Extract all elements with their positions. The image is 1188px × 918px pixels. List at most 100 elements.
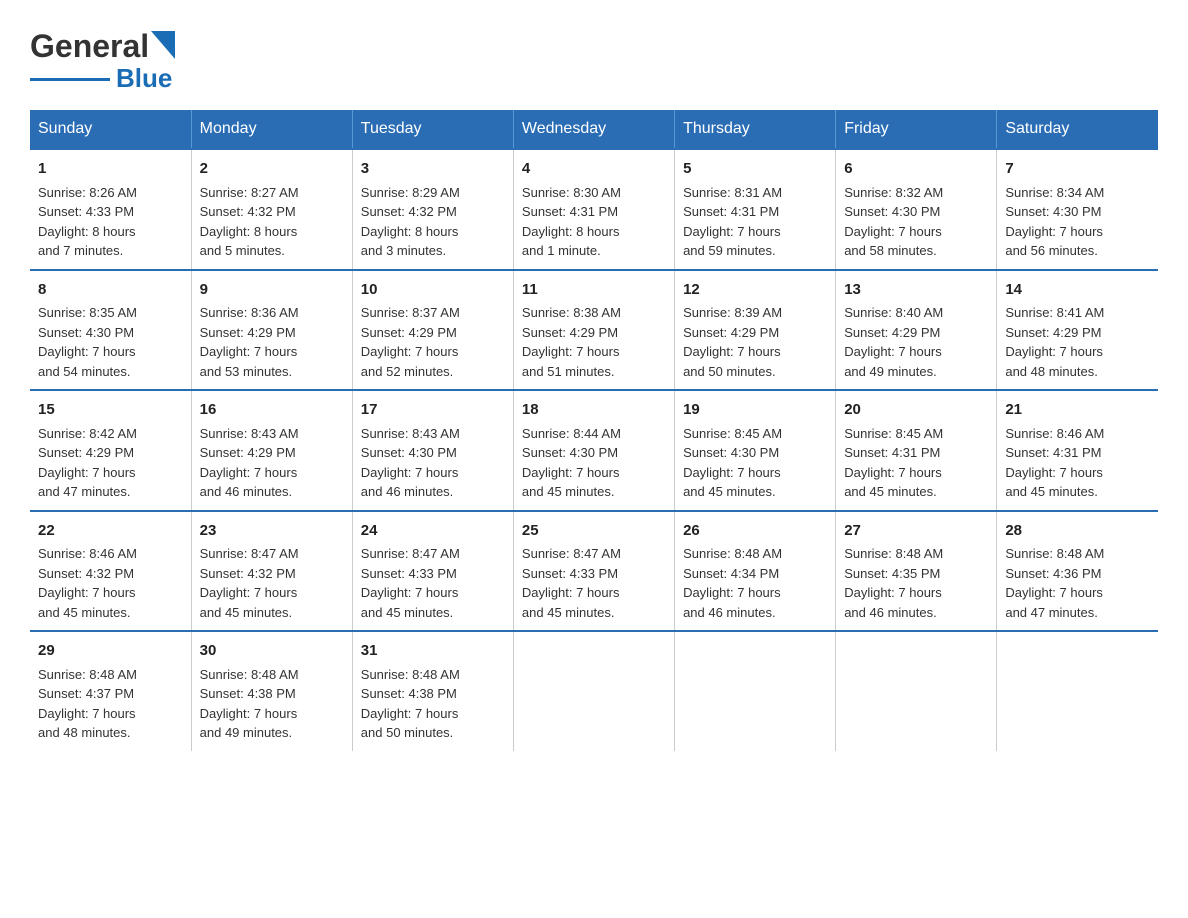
- calendar-cell: 5 Sunrise: 8:31 AMSunset: 4:31 PMDaylight…: [675, 149, 836, 270]
- day-info: Sunrise: 8:48 AMSunset: 4:35 PMDaylight:…: [844, 546, 943, 620]
- day-info: Sunrise: 8:29 AMSunset: 4:32 PMDaylight:…: [361, 185, 460, 259]
- calendar-cell: [997, 631, 1158, 751]
- calendar-cell: 19 Sunrise: 8:45 AMSunset: 4:30 PMDayligh…: [675, 390, 836, 511]
- day-header-wednesday: Wednesday: [513, 110, 674, 149]
- day-info: Sunrise: 8:45 AMSunset: 4:30 PMDaylight:…: [683, 426, 782, 500]
- day-number: 27: [844, 520, 988, 543]
- calendar-cell: 8 Sunrise: 8:35 AMSunset: 4:30 PMDaylight…: [30, 270, 191, 391]
- day-info: Sunrise: 8:30 AMSunset: 4:31 PMDaylight:…: [522, 185, 621, 259]
- day-info: Sunrise: 8:46 AMSunset: 4:32 PMDaylight:…: [38, 546, 137, 620]
- day-info: Sunrise: 8:36 AMSunset: 4:29 PMDaylight:…: [200, 305, 299, 379]
- calendar-cell: 30Sunrise: 8:48 AMSunset: 4:38 PMDayligh…: [191, 631, 352, 751]
- day-number: 28: [1005, 520, 1150, 543]
- day-info: Sunrise: 8:47 AMSunset: 4:33 PMDaylight:…: [361, 546, 460, 620]
- calendar-week-1: 1 Sunrise: 8:26 AMSunset: 4:33 PMDaylight…: [30, 149, 1158, 270]
- calendar-week-5: 29 Sunrise: 8:48 AMSunset: 4:37 PMDayligh…: [30, 631, 1158, 751]
- day-number: 19: [683, 399, 827, 422]
- calendar-cell: 25Sunrise: 8:47 AMSunset: 4:33 PMDayligh…: [513, 511, 674, 632]
- calendar-cell: 11 Sunrise: 8:38 AMSunset: 4:29 PMDayligh…: [513, 270, 674, 391]
- day-info: Sunrise: 8:46 AMSunset: 4:31 PMDaylight:…: [1005, 426, 1104, 500]
- day-number: 4: [522, 158, 666, 181]
- calendar-cell: 16Sunrise: 8:43 AMSunset: 4:29 PMDayligh…: [191, 390, 352, 511]
- calendar-cell: [836, 631, 997, 751]
- calendar-cell: 14 Sunrise: 8:41 AMSunset: 4:29 PMDayligh…: [997, 270, 1158, 391]
- calendar-week-2: 8 Sunrise: 8:35 AMSunset: 4:30 PMDaylight…: [30, 270, 1158, 391]
- calendar-cell: 12 Sunrise: 8:39 AMSunset: 4:29 PMDayligh…: [675, 270, 836, 391]
- logo-triangle-icon: [151, 31, 175, 59]
- day-header-tuesday: Tuesday: [352, 110, 513, 149]
- calendar-table: SundayMondayTuesdayWednesdayThursdayFrid…: [30, 110, 1158, 751]
- day-number: 11: [522, 279, 666, 302]
- day-info: Sunrise: 8:32 AMSunset: 4:30 PMDaylight:…: [844, 185, 943, 259]
- day-info: Sunrise: 8:27 AMSunset: 4:32 PMDaylight:…: [200, 185, 299, 259]
- day-info: Sunrise: 8:41 AMSunset: 4:29 PMDaylight:…: [1005, 305, 1104, 379]
- logo-general: General: [30, 28, 149, 65]
- day-info: Sunrise: 8:43 AMSunset: 4:30 PMDaylight:…: [361, 426, 460, 500]
- day-number: 15: [38, 399, 183, 422]
- day-number: 22: [38, 520, 183, 543]
- calendar-cell: 20 Sunrise: 8:45 AMSunset: 4:31 PMDayligh…: [836, 390, 997, 511]
- logo-underline: [30, 78, 110, 81]
- day-info: Sunrise: 8:38 AMSunset: 4:29 PMDaylight:…: [522, 305, 621, 379]
- day-number: 14: [1005, 279, 1150, 302]
- day-number: 5: [683, 158, 827, 181]
- page-header: General Blue: [30, 20, 1158, 94]
- day-number: 8: [38, 279, 183, 302]
- day-info: Sunrise: 8:35 AMSunset: 4:30 PMDaylight:…: [38, 305, 137, 379]
- day-number: 1: [38, 158, 183, 181]
- day-info: Sunrise: 8:37 AMSunset: 4:29 PMDaylight:…: [361, 305, 460, 379]
- calendar-cell: 6 Sunrise: 8:32 AMSunset: 4:30 PMDaylight…: [836, 149, 997, 270]
- day-number: 29: [38, 640, 183, 663]
- day-info: Sunrise: 8:42 AMSunset: 4:29 PMDaylight:…: [38, 426, 137, 500]
- day-number: 16: [200, 399, 344, 422]
- calendar-cell: 21 Sunrise: 8:46 AMSunset: 4:31 PMDayligh…: [997, 390, 1158, 511]
- day-info: Sunrise: 8:48 AMSunset: 4:37 PMDaylight:…: [38, 667, 137, 741]
- calendar-cell: 17 Sunrise: 8:43 AMSunset: 4:30 PMDayligh…: [352, 390, 513, 511]
- calendar-cell: 9 Sunrise: 8:36 AMSunset: 4:29 PMDaylight…: [191, 270, 352, 391]
- day-info: Sunrise: 8:48 AMSunset: 4:36 PMDaylight:…: [1005, 546, 1104, 620]
- day-number: 9: [200, 279, 344, 302]
- day-info: Sunrise: 8:34 AMSunset: 4:30 PMDaylight:…: [1005, 185, 1104, 259]
- logo-blue: Blue: [116, 63, 172, 94]
- day-number: 31: [361, 640, 505, 663]
- day-number: 26: [683, 520, 827, 543]
- day-number: 6: [844, 158, 988, 181]
- calendar-cell: 31 Sunrise: 8:48 AMSunset: 4:38 PMDayligh…: [352, 631, 513, 751]
- day-number: 3: [361, 158, 505, 181]
- calendar-cell: 3 Sunrise: 8:29 AMSunset: 4:32 PMDaylight…: [352, 149, 513, 270]
- calendar-cell: 4 Sunrise: 8:30 AMSunset: 4:31 PMDaylight…: [513, 149, 674, 270]
- calendar-week-4: 22 Sunrise: 8:46 AMSunset: 4:32 PMDayligh…: [30, 511, 1158, 632]
- day-info: Sunrise: 8:48 AMSunset: 4:34 PMDaylight:…: [683, 546, 782, 620]
- day-header-sunday: Sunday: [30, 110, 191, 149]
- calendar-cell: 18 Sunrise: 8:44 AMSunset: 4:30 PMDayligh…: [513, 390, 674, 511]
- day-number: 30: [200, 640, 344, 663]
- calendar-cell: 7 Sunrise: 8:34 AMSunset: 4:30 PMDaylight…: [997, 149, 1158, 270]
- day-number: 10: [361, 279, 505, 302]
- day-info: Sunrise: 8:40 AMSunset: 4:29 PMDaylight:…: [844, 305, 943, 379]
- day-header-friday: Friday: [836, 110, 997, 149]
- day-header-thursday: Thursday: [675, 110, 836, 149]
- day-info: Sunrise: 8:45 AMSunset: 4:31 PMDaylight:…: [844, 426, 943, 500]
- day-header-saturday: Saturday: [997, 110, 1158, 149]
- calendar-cell: 2Sunrise: 8:27 AMSunset: 4:32 PMDaylight…: [191, 149, 352, 270]
- day-number: 13: [844, 279, 988, 302]
- calendar-header-row: SundayMondayTuesdayWednesdayThursdayFrid…: [30, 110, 1158, 149]
- day-number: 21: [1005, 399, 1150, 422]
- calendar-cell: 22 Sunrise: 8:46 AMSunset: 4:32 PMDayligh…: [30, 511, 191, 632]
- day-number: 18: [522, 399, 666, 422]
- day-info: Sunrise: 8:39 AMSunset: 4:29 PMDaylight:…: [683, 305, 782, 379]
- calendar-cell: [513, 631, 674, 751]
- calendar-cell: [675, 631, 836, 751]
- day-number: 17: [361, 399, 505, 422]
- day-info: Sunrise: 8:44 AMSunset: 4:30 PMDaylight:…: [522, 426, 621, 500]
- calendar-cell: 26 Sunrise: 8:48 AMSunset: 4:34 PMDayligh…: [675, 511, 836, 632]
- calendar-week-3: 15 Sunrise: 8:42 AMSunset: 4:29 PMDayligh…: [30, 390, 1158, 511]
- logo: General Blue: [30, 28, 175, 94]
- day-info: Sunrise: 8:48 AMSunset: 4:38 PMDaylight:…: [361, 667, 460, 741]
- day-number: 12: [683, 279, 827, 302]
- day-info: Sunrise: 8:31 AMSunset: 4:31 PMDaylight:…: [683, 185, 782, 259]
- day-info: Sunrise: 8:26 AMSunset: 4:33 PMDaylight:…: [38, 185, 137, 259]
- day-info: Sunrise: 8:47 AMSunset: 4:33 PMDaylight:…: [522, 546, 621, 620]
- day-number: 7: [1005, 158, 1150, 181]
- day-number: 20: [844, 399, 988, 422]
